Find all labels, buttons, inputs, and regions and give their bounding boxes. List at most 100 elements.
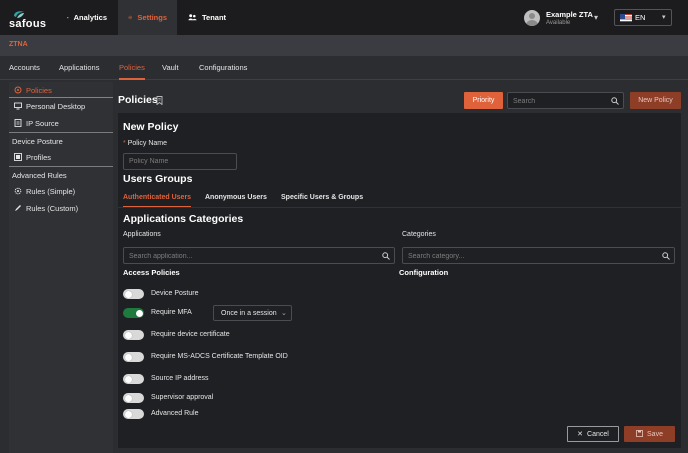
language-label: EN	[635, 13, 646, 22]
sidebar-group-label: Advanced Rules	[12, 170, 67, 180]
rules-simple-icon	[13, 187, 22, 196]
search-application-input[interactable]	[129, 250, 374, 262]
user-status: Available	[546, 20, 571, 26]
sidebar-item-policies[interactable]: Policies	[9, 82, 113, 98]
rules-custom-icon	[13, 204, 22, 213]
tab-specific-users-groups[interactable]: Specific Users & Groups	[281, 194, 363, 201]
policy-search	[507, 92, 624, 109]
toggle-supervisor-approval[interactable]	[123, 393, 144, 403]
search-icon[interactable]	[382, 252, 390, 260]
configuration-heading: Configuration	[399, 268, 449, 277]
tab-policies[interactable]: Policies	[119, 63, 145, 80]
toggle-advanced-rule[interactable]	[123, 409, 144, 419]
toggle-label: Advanced Rule	[151, 410, 199, 417]
mfa-frequency-value: Once in a session	[221, 310, 277, 317]
nav-tenant[interactable]: Tenant	[178, 0, 238, 35]
top-bar: safous Analytics Settings Tenant Example…	[0, 0, 688, 35]
search-input[interactable]	[513, 95, 608, 107]
mfa-frequency-select[interactable]: Once in a session ⌄	[213, 305, 292, 321]
nav-settings[interactable]: Settings	[118, 0, 177, 35]
sidebar-item-label: Rules (Simple)	[26, 186, 76, 196]
safous-logo[interactable]: safous	[9, 10, 53, 30]
policy-name-label-text: Policy Name	[127, 140, 168, 147]
tab-anonymous-users[interactable]: Anonymous Users	[205, 194, 267, 201]
nav-tenant-label: Tenant	[202, 13, 227, 22]
section-title: ZTNA	[9, 41, 28, 48]
app-categories-heading: Applications Categories	[123, 213, 244, 225]
tab-authenticated-users[interactable]: Authenticated Users	[123, 194, 192, 208]
toggle-label: Device Posture	[151, 290, 199, 297]
search-icon[interactable]	[662, 252, 670, 260]
toggle-label: Require device certificate	[151, 331, 230, 338]
chevron-down-icon: ⌄	[281, 310, 287, 317]
cancel-button[interactable]: ✕ Cancel	[567, 426, 619, 442]
avatar	[524, 10, 540, 26]
sidebar-item-label: Rules (Custom)	[26, 203, 79, 213]
tab-vault[interactable]: Vault	[162, 63, 179, 72]
sidebar-item-profiles[interactable]: Profiles	[9, 149, 113, 165]
ip-source-icon	[13, 119, 22, 128]
priority-button[interactable]: Priority	[464, 92, 503, 109]
search-icon[interactable]	[611, 97, 619, 105]
toggle-label: Require MS-ADCS Certificate Template OID	[151, 353, 288, 360]
toggle-require-ms-adcs[interactable]	[123, 352, 144, 362]
sub-tabs: Accounts Applications Policies Vault Con…	[0, 56, 688, 80]
user-groups-heading: Users Groups	[123, 173, 193, 185]
save-button[interactable]: Save	[624, 426, 675, 442]
language-select[interactable]: EN ▾	[614, 9, 672, 26]
new-policy-button[interactable]: New Policy	[630, 92, 681, 109]
toggle-require-device-certificate[interactable]	[123, 330, 144, 340]
sidebar-group-device-posture[interactable]: Device Posture	[9, 132, 113, 149]
sidebar-item-ip-source[interactable]: IP Source	[9, 115, 113, 131]
sidebar: Policies Personal Desktop IP Source Devi…	[9, 82, 113, 453]
desktop-icon	[13, 102, 22, 111]
toggle-label: Require MFA	[151, 309, 192, 316]
user-menu[interactable]: Example ZTA Available ▾	[524, 8, 606, 28]
flag-us-icon	[620, 14, 632, 22]
user-name: Example ZTA	[546, 10, 593, 19]
sidebar-group-label: Device Posture	[12, 136, 63, 146]
sidebar-item-rules-custom[interactable]: Rules (Custom)	[9, 200, 113, 216]
tab-accounts[interactable]: Accounts	[9, 63, 40, 72]
access-policies-heading: Access Policies	[123, 268, 180, 277]
toggle-device-posture[interactable]	[123, 289, 144, 299]
bookmark-icon[interactable]	[156, 96, 163, 105]
profiles-icon	[13, 153, 22, 162]
policy-name-input[interactable]	[123, 153, 237, 170]
analytics-icon	[67, 17, 69, 19]
cancel-label: Cancel	[587, 430, 609, 438]
gear-icon	[128, 15, 132, 20]
tab-configurations[interactable]: Configurations	[199, 63, 247, 72]
sidebar-item-label: Policies	[26, 85, 52, 95]
chevron-down-icon: ▾	[594, 13, 599, 22]
sidebar-item-personal-desktop[interactable]: Personal Desktop	[9, 98, 113, 114]
sidebar-item-label: Profiles	[26, 152, 52, 162]
application-search	[123, 247, 395, 264]
toggle-require-mfa[interactable]	[123, 308, 144, 318]
policy-name-label: * Policy Name	[123, 140, 167, 147]
save-icon	[636, 429, 643, 439]
chevron-down-icon: ▾	[662, 14, 666, 21]
sidebar-item-label: IP Source	[26, 118, 59, 128]
form-heading: New Policy	[123, 121, 179, 133]
close-icon: ✕	[577, 431, 584, 438]
logo-text: safous	[9, 18, 47, 30]
nav-settings-label: Settings	[137, 13, 167, 22]
toggle-source-ip[interactable]	[123, 374, 144, 384]
sidebar-group-advanced-rules[interactable]: Advanced Rules	[9, 166, 113, 183]
sidebar-item-rules-simple[interactable]: Rules (Simple)	[9, 183, 113, 199]
sidebar-item-label: Personal Desktop	[26, 101, 86, 111]
policies-icon	[13, 86, 22, 95]
required-mark: *	[123, 140, 126, 147]
section-bar: ZTNA	[0, 35, 688, 56]
tabs-divider	[118, 207, 681, 208]
search-category-input[interactable]	[408, 250, 653, 262]
categories-label: Categories	[402, 231, 436, 238]
toggle-label: Supervisor approval	[151, 394, 214, 401]
nav-analytics[interactable]: Analytics	[57, 0, 117, 35]
tab-applications[interactable]: Applications	[59, 63, 99, 72]
nav-analytics-label: Analytics	[73, 13, 107, 22]
save-label: Save	[647, 430, 663, 438]
page-title: Policies	[118, 94, 158, 106]
applications-label: Applications	[123, 231, 161, 238]
